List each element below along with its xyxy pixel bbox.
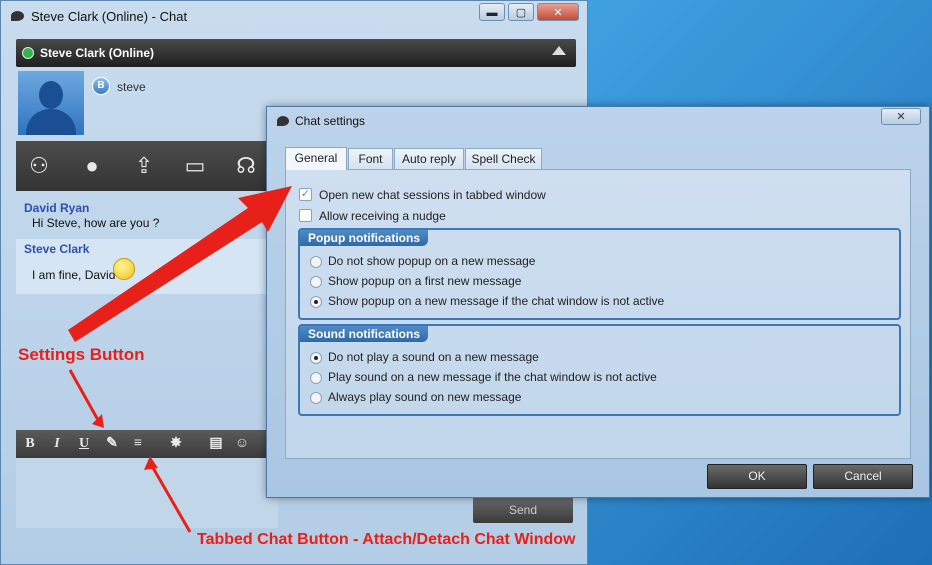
tabbed-chat-annotation: Tabbed Chat Button - Attach/Detach Chat … [197, 531, 576, 548]
settings-button-arrow [68, 369, 100, 421]
tabbed-button-arrow [150, 465, 192, 533]
settings-button-arrowhead [92, 414, 104, 428]
tabbed-button-arrowhead [144, 456, 158, 470]
annotation-arrows [68, 186, 292, 533]
settings-dialog-arrow [68, 186, 292, 342]
settings-button-annotation: Settings Button [18, 345, 145, 364]
tab-general[interactable]: General [285, 147, 347, 170]
